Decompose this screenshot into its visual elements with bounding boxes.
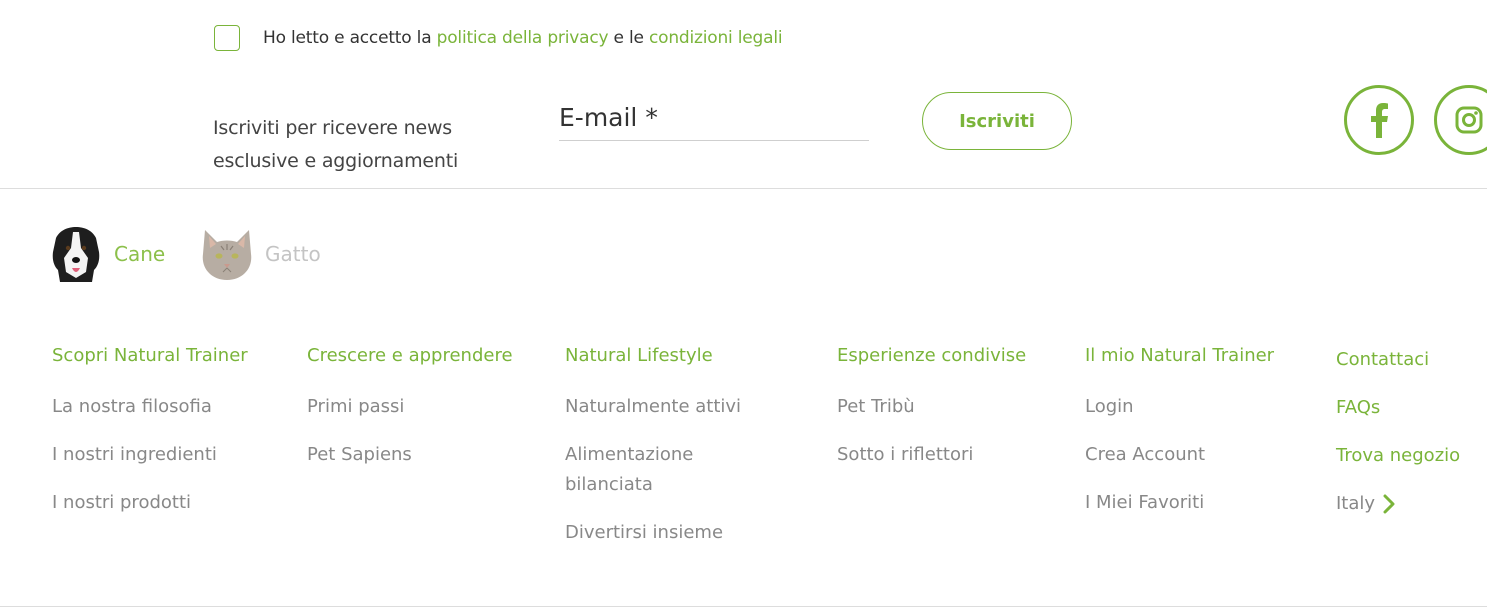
instagram-button[interactable] xyxy=(1434,85,1487,155)
legal-conditions-link[interactable]: condizioni legali xyxy=(649,28,783,48)
contact-link[interactable]: Contattaci xyxy=(1336,348,1460,372)
email-field[interactable] xyxy=(559,100,869,141)
newsletter-label: Iscriviti per ricevere news esclusive e … xyxy=(213,112,473,178)
newsletter-label-line1: Iscriviti per ricevere news xyxy=(213,117,452,139)
footer-column-discover: Scopri Natural Trainer La nostra filosof… xyxy=(52,344,248,536)
footer-link[interactable]: Pet Sapiens xyxy=(307,440,513,470)
privacy-consent-checkbox[interactable] xyxy=(214,25,240,51)
facebook-icon xyxy=(1371,103,1388,138)
footer-link[interactable]: I nostri prodotti xyxy=(52,488,248,518)
footer-column-title[interactable]: Crescere e apprendere xyxy=(307,344,513,368)
instagram-icon xyxy=(1455,106,1483,134)
footer-link[interactable]: Divertirsi insieme xyxy=(565,518,741,548)
footer-link[interactable]: I Miei Favoriti xyxy=(1085,488,1274,518)
footer-column-account: Il mio Natural Trainer Login Crea Accoun… xyxy=(1085,344,1274,536)
footer-link[interactable]: Pet Tribù xyxy=(837,392,1026,422)
footer-link[interactable]: Naturalmente attivi xyxy=(565,392,741,422)
dog-icon xyxy=(52,227,100,282)
subscribe-button[interactable]: Iscriviti xyxy=(922,92,1072,150)
country-selector[interactable]: Italy xyxy=(1336,492,1460,516)
pet-label-cat: Gatto xyxy=(265,242,321,266)
country-label: Italy xyxy=(1336,493,1376,514)
footer-column-contact: Contattaci FAQs Trova negozio Italy xyxy=(1336,348,1460,516)
footer-link[interactable]: Login xyxy=(1085,392,1274,422)
footer-link[interactable]: Primi passi xyxy=(307,392,513,422)
pet-switch-cat[interactable]: Gatto xyxy=(197,224,321,284)
footer-column-title[interactable]: Natural Lifestyle xyxy=(565,344,741,368)
footer-column-experiences: Esperienze condivise Pet Tribù Sotto i r… xyxy=(837,344,1026,488)
section-divider-bottom xyxy=(0,606,1487,607)
consent-text-before: Ho letto e accetto la xyxy=(263,28,437,48)
footer-column-title[interactable]: Esperienze condivise xyxy=(837,344,1026,368)
chevron-right-icon xyxy=(1383,494,1395,514)
faqs-link[interactable]: FAQs xyxy=(1336,396,1460,420)
cat-icon xyxy=(202,230,252,280)
pet-label-dog: Cane xyxy=(114,242,166,266)
footer-column-lifestyle: Natural Lifestyle Naturalmente attivi Al… xyxy=(565,344,741,566)
footer-link[interactable]: Crea Account xyxy=(1085,440,1274,470)
privacy-consent-row: Ho letto e accetto la politica della pri… xyxy=(214,25,783,51)
footer-column-grow: Crescere e apprendere Primi passi Pet Sa… xyxy=(307,344,513,488)
footer-column-title[interactable]: Scopri Natural Trainer xyxy=(52,344,248,368)
facebook-button[interactable] xyxy=(1344,85,1414,155)
footer-link[interactable]: Alimentazione bilanciata xyxy=(565,440,715,500)
privacy-policy-link[interactable]: politica della privacy xyxy=(437,28,609,48)
footer-link[interactable]: Sotto i riflettori xyxy=(837,440,1026,470)
consent-text: Ho letto e accetto la politica della pri… xyxy=(263,28,783,48)
store-locator-link[interactable]: Trova negozio xyxy=(1336,444,1460,468)
pet-switch-dog[interactable]: Cane xyxy=(46,224,165,284)
footer-link[interactable]: La nostra filosofia xyxy=(52,392,248,422)
newsletter-label-line2: esclusive e aggiornamenti xyxy=(213,150,459,172)
footer-link[interactable]: I nostri ingredienti xyxy=(52,440,248,470)
footer-column-title[interactable]: Il mio Natural Trainer xyxy=(1085,344,1274,368)
section-divider-top xyxy=(0,188,1487,189)
consent-text-middle: e le xyxy=(608,28,649,48)
